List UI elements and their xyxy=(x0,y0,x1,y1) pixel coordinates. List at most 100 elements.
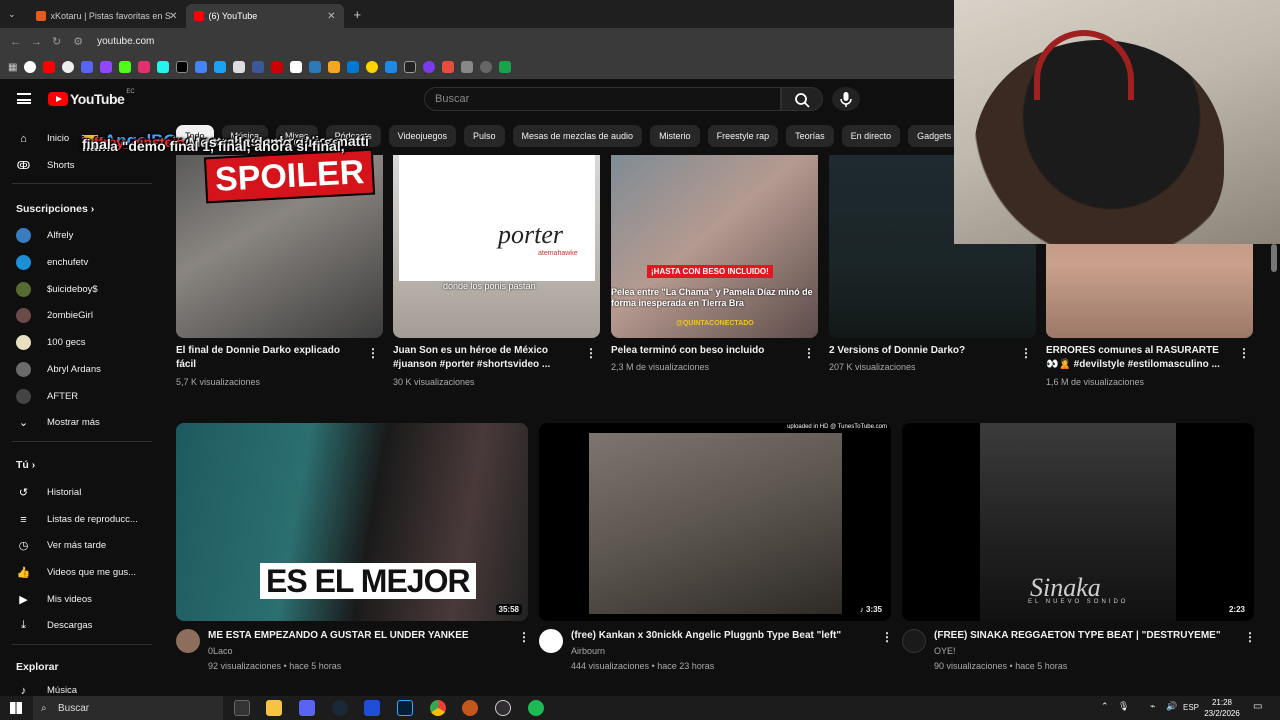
file-explorer-icon[interactable] xyxy=(266,700,282,716)
volume-icon[interactable]: 🔊 xyxy=(1166,701,1177,712)
chip[interactable]: Mesas de mezclas de audio xyxy=(512,125,643,147)
bookmark-icon[interactable] xyxy=(290,61,303,73)
start-menu-icon[interactable] xyxy=(10,702,22,714)
sidebar-item-downloads[interactable]: ⤓ Descargas xyxy=(16,618,146,633)
bookmark-icon[interactable] xyxy=(461,61,474,73)
more-options-icon[interactable]: ⋮ xyxy=(1020,346,1032,360)
bookmark-icon[interactable] xyxy=(442,61,455,73)
obs-icon[interactable] xyxy=(495,700,511,716)
short-title[interactable]: Juan Son es un héroe de México #juanson … xyxy=(393,344,571,372)
apps-icon[interactable]: ▦ xyxy=(8,62,17,73)
short-thumbnail[interactable]: ¡HASTA CON BESO INCLUIDO! Pelea entre "L… xyxy=(611,155,818,338)
more-options-icon[interactable]: ⋮ xyxy=(881,630,893,644)
voice-search-button[interactable] xyxy=(832,87,860,111)
taskbar-app-icon[interactable] xyxy=(462,700,478,716)
bookmark-icon[interactable] xyxy=(176,61,189,73)
discord-icon[interactable] xyxy=(299,700,315,716)
bookmark-icon[interactable] xyxy=(385,61,398,73)
sidebar-item-subscription[interactable]: AFTER xyxy=(16,389,146,404)
youtube-logo[interactable]: YouTube EC xyxy=(48,89,135,107)
bookmark-icon[interactable] xyxy=(252,61,265,73)
bookmark-icon[interactable] xyxy=(214,61,227,73)
bookmark-icon[interactable] xyxy=(423,61,436,73)
search-input[interactable]: Buscar xyxy=(424,87,781,111)
bookmark-icon[interactable] xyxy=(366,61,379,73)
video-thumbnail[interactable]: Sinaka EL NUEVO SONIDO 2:23 xyxy=(902,423,1254,621)
video-thumbnail[interactable]: ES EL MEJOR 35:58 xyxy=(176,423,528,621)
bookmark-icon[interactable] xyxy=(499,61,512,73)
bookmark-icon[interactable] xyxy=(138,61,151,73)
clock[interactable]: 21:28 23/2/2026 xyxy=(1202,697,1242,719)
tab-search-icon[interactable]: ⌄ xyxy=(8,9,16,20)
close-tab-icon[interactable]: ✕ xyxy=(169,11,177,22)
steam-icon[interactable] xyxy=(332,700,348,716)
taskbar-app-icon[interactable] xyxy=(234,700,250,716)
channel-avatar[interactable] xyxy=(902,629,926,653)
tab-youtube[interactable]: (6) YouTube ✕ xyxy=(185,4,344,28)
bookmark-icon[interactable] xyxy=(43,61,56,73)
language-indicator[interactable]: ESP xyxy=(1183,703,1199,712)
video-title[interactable]: (free) Kankan x 30nickk Angelic Pluggnb … xyxy=(571,629,876,643)
bookmark-icon[interactable] xyxy=(309,61,322,73)
bookmark-icon[interactable] xyxy=(480,61,493,73)
sidebar-item-shorts[interactable]: ↂ Shorts xyxy=(16,158,146,173)
back-icon[interactable]: ← xyxy=(10,36,21,48)
more-options-icon[interactable]: ⋮ xyxy=(585,346,597,360)
channel-avatar[interactable] xyxy=(176,629,200,653)
sidebar-item-subscription[interactable]: $uicideboy$ xyxy=(16,282,146,297)
close-tab-icon[interactable]: ✕ xyxy=(327,11,335,22)
short-title[interactable]: 2 Versions of Donnie Darko? xyxy=(829,344,1007,358)
tab-xkotaru[interactable]: xKotaru | Pistas favoritas en Sp... ✕ xyxy=(28,4,186,28)
chip[interactable]: Misterio xyxy=(650,125,700,147)
chip[interactable]: Teorías xyxy=(786,125,834,147)
taskbar-search[interactable]: ⌕ Buscar xyxy=(33,696,223,720)
search-button[interactable] xyxy=(781,87,823,111)
scrollbar[interactable] xyxy=(1271,244,1277,272)
sidebar-item-liked[interactable]: 👍 Videos que me gus... xyxy=(16,565,146,580)
tray-chevron-icon[interactable]: ⌃ xyxy=(1101,701,1109,712)
site-info-icon[interactable]: ⚙ xyxy=(73,35,83,48)
chip[interactable]: Freestyle rap xyxy=(707,125,779,147)
spotify-icon[interactable] xyxy=(528,700,544,716)
bookmark-icon[interactable] xyxy=(195,61,208,73)
sidebar-item-history[interactable]: ↺ Historial xyxy=(16,485,146,500)
channel-name[interactable]: 0Laco xyxy=(208,644,233,658)
chrome-icon[interactable] xyxy=(430,700,446,716)
short-thumbnail[interactable]: porter atemahawke donde los ponis pastan xyxy=(393,155,600,338)
sidebar-item-subscription[interactable]: enchufetv xyxy=(16,255,146,270)
bookmark-icon[interactable] xyxy=(271,61,284,73)
more-options-icon[interactable]: ⋮ xyxy=(1238,346,1250,360)
more-options-icon[interactable]: ⋮ xyxy=(1244,630,1256,644)
bookmark-icon[interactable] xyxy=(81,61,94,73)
chip[interactable]: En directo xyxy=(841,125,901,147)
sidebar-item-subscription[interactable]: Alfrely xyxy=(16,228,146,243)
chip[interactable]: Gadgets xyxy=(908,125,961,147)
sidebar-item-playlists[interactable]: ≡ Listas de reproducc... xyxy=(16,512,146,527)
more-options-icon[interactable]: ⋮ xyxy=(518,630,530,644)
channel-name[interactable]: OYE! xyxy=(934,644,956,658)
photoshop-icon[interactable] xyxy=(397,700,413,716)
more-options-icon[interactable]: ⋮ xyxy=(803,346,815,360)
forward-icon[interactable]: → xyxy=(31,36,42,48)
chip[interactable]: Pulso xyxy=(463,125,505,147)
sidebar-item-watch-later[interactable]: ◷ Ver más tarde xyxy=(16,538,146,553)
bookmark-icon[interactable] xyxy=(62,61,75,73)
sidebar-item-show-more[interactable]: ⌄ Mostrar más xyxy=(16,415,146,430)
short-title[interactable]: ERRORES comunes al RASURARTE 👀🙎 #devilst… xyxy=(1046,344,1226,372)
sidebar-item-subscription[interactable]: 2ombieGirl xyxy=(16,308,146,323)
reload-icon[interactable]: ↻ xyxy=(52,35,61,48)
you-header[interactable]: Tú › xyxy=(16,459,35,471)
url-field[interactable]: youtube.com xyxy=(97,36,154,47)
short-title[interactable]: El final de Donnie Darko explicado fácil xyxy=(176,344,354,372)
bookmark-icon[interactable] xyxy=(24,61,37,73)
bookmark-icon[interactable] xyxy=(404,61,417,73)
network-icon[interactable]: ⌁ xyxy=(1150,701,1155,712)
bookmark-icon[interactable] xyxy=(157,61,170,73)
bookmark-icon[interactable] xyxy=(328,61,341,73)
more-options-icon[interactable]: ⋮ xyxy=(367,346,379,360)
chip[interactable]: Videojuegos xyxy=(388,125,456,147)
video-title[interactable]: (FREE) SINAKA REGGAETON TYPE BEAT | "DES… xyxy=(934,629,1239,643)
channel-avatar[interactable] xyxy=(539,629,563,653)
new-tab-button[interactable]: + xyxy=(354,7,362,22)
bookmark-icon[interactable] xyxy=(233,61,246,73)
